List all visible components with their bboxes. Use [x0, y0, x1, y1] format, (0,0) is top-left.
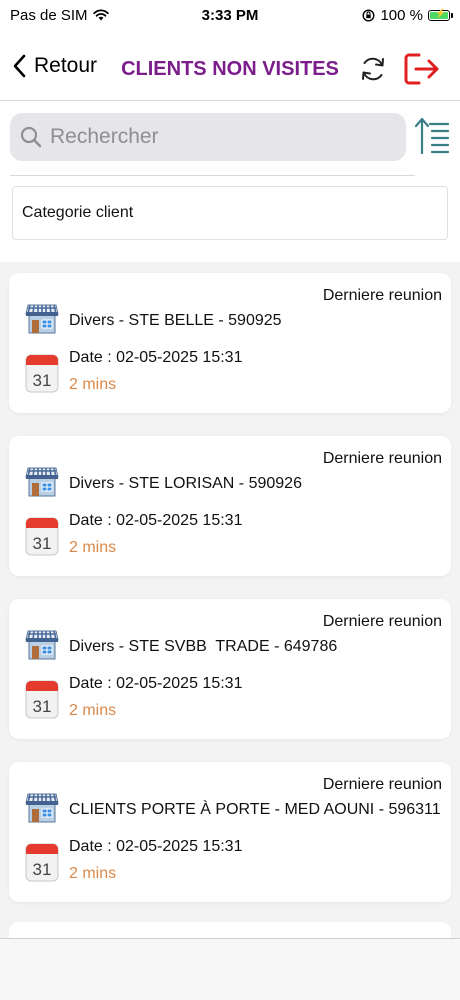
status-left: Pas de SIM — [10, 7, 109, 24]
orientation-lock-icon — [362, 8, 375, 22]
logout-icon — [404, 53, 439, 85]
back-label: Retour — [34, 54, 98, 77]
battery-percent: 100 % — [380, 6, 423, 24]
client-name: Divers - STE BELLE - 590925 — [69, 312, 282, 329]
back-button[interactable]: Retour — [12, 54, 97, 78]
nav-divider — [0, 100, 460, 101]
calendar-icon: 31 — [25, 354, 59, 393]
category-label: Categorie client — [22, 204, 134, 221]
status-right: 100 % — [362, 6, 453, 24]
status-bar: Pas de SIM 3:33 PM 100 % — [0, 0, 460, 30]
meeting-label: Derniere reunion — [322, 287, 442, 304]
meeting-label: Derniere reunion — [322, 450, 442, 467]
date-text: Date : 02-05-2025 15:31 — [69, 838, 243, 855]
client-list[interactable]: Derniere reunion Divers - STE BELLE - 59… — [0, 262, 460, 938]
calendar-day: 31 — [33, 860, 52, 879]
calendar-day: 31 — [33, 371, 52, 390]
elapsed-time: 2 mins — [69, 376, 117, 393]
calendar-icon: 31 — [25, 680, 59, 719]
store-icon — [25, 467, 59, 497]
client-name: Divers - STE LORISAN - 590926 — [69, 475, 302, 492]
sort-icon — [414, 117, 450, 155]
date-text: Date : 02-05-2025 15:31 — [69, 512, 243, 529]
meeting-label: Derniere reunion — [322, 776, 442, 793]
calendar-icon: 31 — [25, 517, 59, 556]
meeting-label: Derniere reunion — [322, 613, 442, 630]
navigation-bar: Retour CLIENTS NON VISITES — [0, 40, 460, 100]
elapsed-time: 2 mins — [69, 539, 117, 556]
wifi-icon — [92, 9, 109, 21]
bottom-toolbar — [0, 938, 460, 1000]
refresh-button[interactable] — [358, 54, 388, 84]
client-card-partial[interactable] — [9, 922, 451, 938]
category-filter[interactable]: Categorie client — [12, 186, 448, 240]
calendar-day: 31 — [33, 697, 52, 716]
store-icon — [25, 304, 59, 334]
chevron-left-icon — [13, 54, 26, 78]
battery-icon — [428, 8, 453, 21]
calendar-day: 31 — [33, 534, 52, 553]
client-name: Divers - STE SVBB TRADE - 649786 — [69, 638, 338, 655]
carrier-label: Pas de SIM — [10, 6, 88, 24]
client-card[interactable]: Derniere reunion Divers - STE BELLE - 59… — [9, 273, 451, 413]
store-icon — [25, 630, 59, 660]
client-card[interactable]: Derniere reunion CLIENTS PORTE À PORTE -… — [9, 762, 451, 902]
client-card[interactable]: Derniere reunion Divers - STE LORISAN - … — [9, 436, 451, 576]
elapsed-time: 2 mins — [69, 702, 117, 719]
search-icon — [20, 126, 42, 148]
client-card[interactable]: Derniere reunion Divers - STE SVBB TRADE… — [9, 599, 451, 739]
store-icon — [25, 793, 59, 823]
refresh-icon — [362, 57, 384, 81]
elapsed-time: 2 mins — [69, 865, 117, 882]
search-divider — [10, 175, 415, 176]
calendar-icon: 31 — [25, 843, 59, 882]
date-text: Date : 02-05-2025 15:31 — [69, 675, 243, 692]
search-input[interactable] — [48, 124, 382, 150]
date-text: Date : 02-05-2025 15:31 — [69, 349, 243, 366]
logout-button[interactable] — [402, 50, 440, 88]
sort-button[interactable] — [414, 116, 450, 156]
client-name: CLIENTS PORTE À PORTE - MED AOUNI - 5963… — [69, 801, 441, 818]
search-bar[interactable] — [10, 113, 406, 161]
